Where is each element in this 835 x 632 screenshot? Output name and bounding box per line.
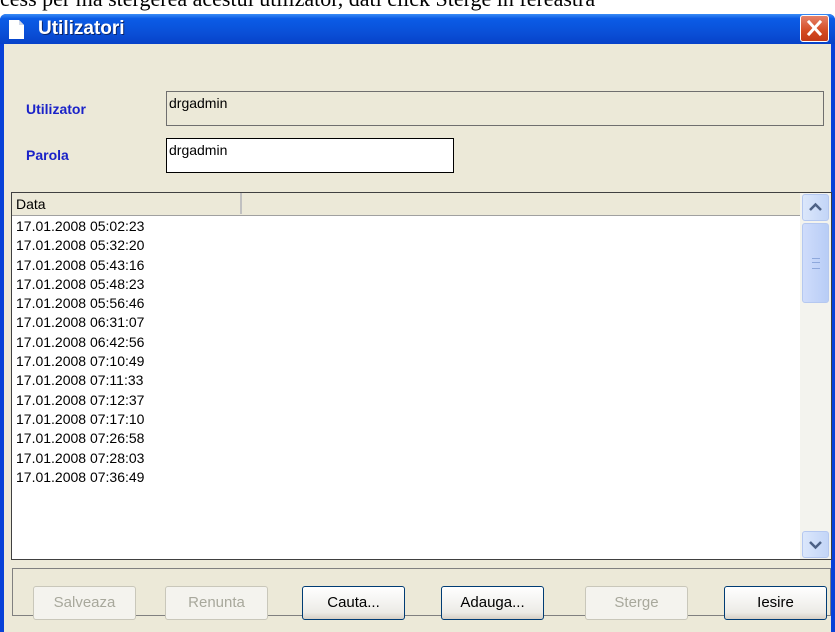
- save-button[interactable]: Salveaza: [33, 586, 136, 620]
- document-icon: [9, 20, 24, 39]
- list-item[interactable]: 17.01.2008 07:36:49: [12, 468, 800, 487]
- window-title: Utilizatori: [38, 18, 125, 39]
- search-button[interactable]: Cauta...: [302, 586, 405, 620]
- exit-button[interactable]: Iesire: [724, 586, 827, 620]
- list-header: Data: [12, 193, 800, 216]
- close-button[interactable]: [800, 15, 829, 42]
- list-item[interactable]: 17.01.2008 05:02:23: [12, 217, 800, 236]
- user-label: Utilizator: [26, 101, 86, 117]
- list-item[interactable]: 17.01.2008 06:31:07: [12, 313, 800, 332]
- scroll-thumb[interactable]: [802, 223, 829, 303]
- list-item[interactable]: 17.01.2008 05:48:23: [12, 275, 800, 294]
- add-button[interactable]: Adauga...: [441, 586, 544, 620]
- chevron-up-icon: [809, 202, 822, 211]
- column-header-data[interactable]: Data: [12, 193, 242, 214]
- list-item[interactable]: 17.01.2008 07:11:33: [12, 371, 800, 390]
- chevron-down-icon: [809, 541, 822, 550]
- vertical-scrollbar[interactable]: [800, 193, 831, 559]
- cancel-button[interactable]: Renunta: [165, 586, 268, 620]
- list-item[interactable]: 17.01.2008 07:12:37: [12, 391, 800, 410]
- password-field[interactable]: drgadmin: [166, 138, 454, 173]
- list-item[interactable]: 17.01.2008 05:32:20: [12, 236, 800, 255]
- delete-button[interactable]: Sterge: [585, 586, 688, 620]
- list-item[interactable]: 17.01.2008 06:42:56: [12, 333, 800, 352]
- background-document-text: cess per ma stergerea acestui utilizator…: [0, 0, 835, 14]
- grip-icon: [812, 258, 820, 269]
- date-list[interactable]: Data 17.01.2008 05:02:23 17.01.2008 05:3…: [11, 192, 832, 560]
- title-bar[interactable]: Utilizatori: [0, 14, 835, 44]
- list-item[interactable]: 17.01.2008 07:28:03: [12, 449, 800, 468]
- list-item[interactable]: 17.01.2008 05:43:16: [12, 256, 800, 275]
- list-item[interactable]: 17.01.2008 07:10:49: [12, 352, 800, 371]
- list-item[interactable]: 17.01.2008 07:17:10: [12, 410, 800, 429]
- user-field: drgadmin: [166, 91, 824, 126]
- close-icon: [806, 19, 823, 37]
- list-item[interactable]: 17.01.2008 05:56:46: [12, 294, 800, 313]
- scroll-up-button[interactable]: [802, 194, 829, 221]
- password-label: Parola: [26, 147, 69, 163]
- list-rows: 17.01.2008 05:02:23 17.01.2008 05:32:20 …: [12, 217, 800, 487]
- scroll-down-button[interactable]: [802, 531, 829, 558]
- list-item[interactable]: 17.01.2008 07:26:58: [12, 429, 800, 448]
